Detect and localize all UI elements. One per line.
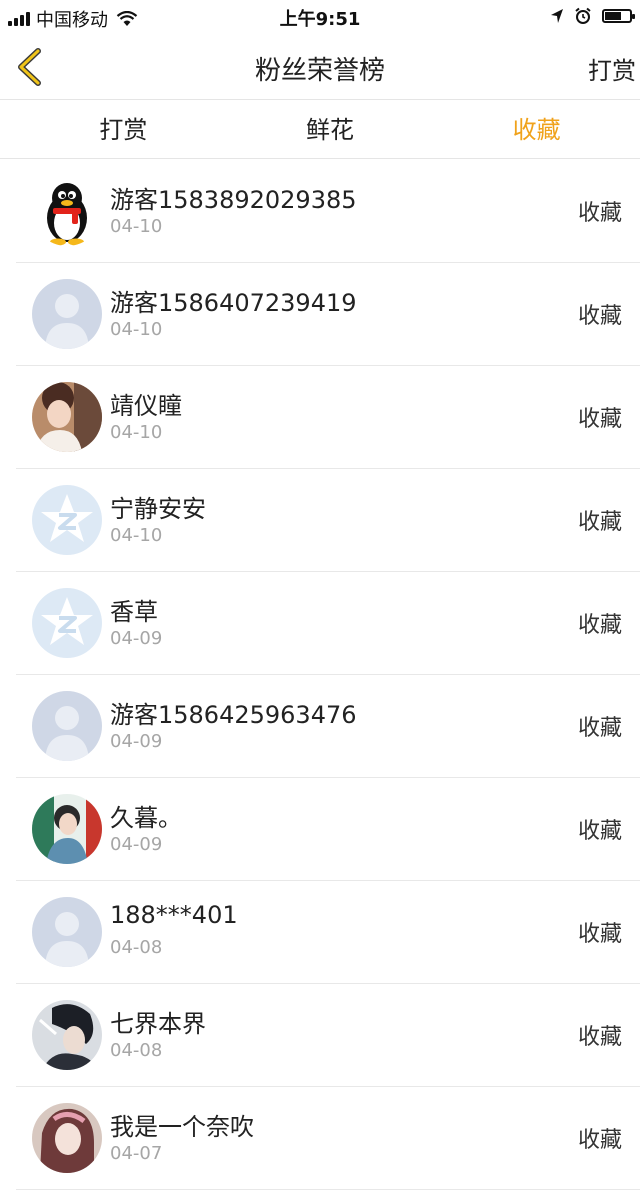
battery-icon xyxy=(602,9,635,23)
fan-action-label: 收藏 xyxy=(577,613,622,638)
photo-avatar xyxy=(32,1103,102,1173)
fan-name: 宁静安安 xyxy=(110,495,206,523)
fan-date: 04-10 xyxy=(110,422,163,443)
tab-bar: 打赏 鲜花 收藏 xyxy=(0,101,640,159)
fan-date: 04-07 xyxy=(110,1143,163,1164)
fan-date: 04-10 xyxy=(110,216,163,237)
fan-name: 188***401 xyxy=(110,901,238,929)
list-item[interactable]: 游客1583892029385 04-10 收藏 xyxy=(16,160,640,263)
list-item[interactable]: 久暮。 04-09 收藏 xyxy=(16,778,640,881)
fan-action-label: 收藏 xyxy=(577,201,622,226)
fan-action-label: 收藏 xyxy=(577,1025,622,1050)
tab-flowers[interactable]: 鲜花 xyxy=(227,101,434,158)
fan-action-label: 收藏 xyxy=(577,922,622,947)
photo-avatar xyxy=(32,1000,102,1070)
reward-button[interactable]: 打赏 xyxy=(588,51,636,86)
fan-action-label: 收藏 xyxy=(577,716,622,741)
default-person-avatar xyxy=(32,279,102,349)
list-item[interactable]: 靖仪瞳 04-10 收藏 xyxy=(16,366,640,469)
fan-action-label: 收藏 xyxy=(577,1128,622,1153)
fan-date: 04-08 xyxy=(110,937,163,958)
fan-name: 香草 xyxy=(110,598,158,626)
tab-favorites[interactable]: 收藏 xyxy=(433,101,640,158)
photo-avatar xyxy=(32,382,102,452)
page-title: 粉丝荣誉榜 xyxy=(254,56,385,86)
photo-avatar xyxy=(32,794,102,864)
fan-list: 游客1583892029385 04-10 收藏 游客1586407239419… xyxy=(0,160,640,1190)
status-right xyxy=(550,7,635,25)
fan-action-label: 收藏 xyxy=(577,819,622,844)
fan-name: 七界本界 xyxy=(110,1010,206,1038)
fan-date: 04-08 xyxy=(110,1040,163,1061)
qq-penguin-avatar xyxy=(32,176,102,246)
list-item[interactable]: 香草 04-09 收藏 xyxy=(16,572,640,675)
list-item[interactable]: 游客1586407239419 04-10 收藏 xyxy=(16,263,640,366)
location-arrow-icon xyxy=(551,9,563,23)
fan-date: 04-09 xyxy=(110,834,163,855)
navigation-bar: 粉丝荣誉榜 打赏 xyxy=(0,34,640,100)
qzone-star-avatar xyxy=(32,485,102,555)
status-time: 上午9:51 xyxy=(279,9,361,30)
fan-date: 04-10 xyxy=(110,525,163,546)
status-bar: 中国移动 上午9:51 xyxy=(0,0,640,34)
fan-name: 游客1586425963476 xyxy=(110,701,357,729)
fan-date: 04-10 xyxy=(110,319,163,340)
fan-name: 游客1586407239419 xyxy=(110,289,357,317)
list-item[interactable]: 七界本界 04-08 收藏 xyxy=(16,984,640,1087)
fan-name: 久暮。 xyxy=(110,804,182,832)
list-item[interactable]: 游客1586425963476 04-09 收藏 xyxy=(16,675,640,778)
fan-date: 04-09 xyxy=(110,628,163,649)
fan-name: 我是一个奈吹 xyxy=(110,1113,254,1141)
fan-name: 靖仪瞳 xyxy=(110,392,182,420)
fan-action-label: 收藏 xyxy=(577,407,622,432)
default-person-avatar xyxy=(32,897,102,967)
fan-action-label: 收藏 xyxy=(577,304,622,329)
list-item[interactable]: 宁静安安 04-10 收藏 xyxy=(16,469,640,572)
fan-date: 04-09 xyxy=(110,731,163,752)
alarm-clock-icon xyxy=(575,7,591,24)
list-item[interactable]: 188***401 04-08 收藏 xyxy=(16,881,640,984)
list-item[interactable]: 我是一个奈吹 04-07 收藏 xyxy=(16,1087,640,1190)
qzone-star-avatar xyxy=(32,588,102,658)
default-person-avatar xyxy=(32,691,102,761)
tab-reward[interactable]: 打赏 xyxy=(0,101,227,158)
fan-action-label: 收藏 xyxy=(577,510,622,535)
fan-name: 游客1583892029385 xyxy=(110,186,357,214)
